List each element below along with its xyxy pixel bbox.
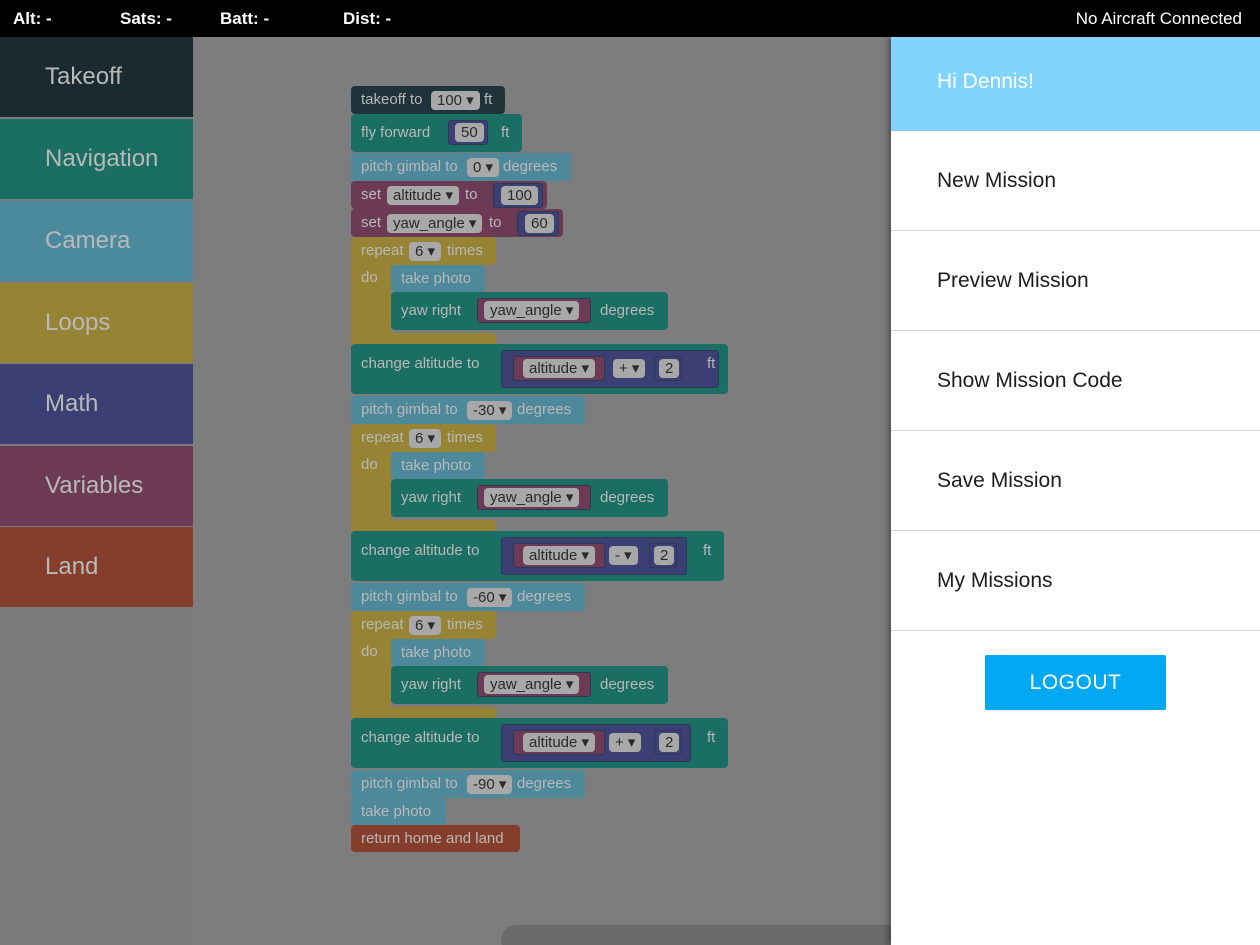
workspace-scrollbar[interactable]: [501, 925, 891, 945]
yaw-right-block[interactable]: yaw right yaw_angle ▾ degrees: [391, 666, 668, 704]
fly-forward-block[interactable]: fly forward 50 ft: [351, 114, 522, 152]
change-altitude-block[interactable]: change altitude to altitude ▾ - ▾ 2 ft: [351, 531, 724, 581]
altitude-delta-value[interactable]: 2: [654, 546, 675, 565]
distance-readout: Dist: -: [343, 9, 392, 28]
menu-drawer: Hi Dennis! New Mission Preview Mission S…: [891, 37, 1260, 945]
set-yaw-value[interactable]: 60: [525, 214, 554, 233]
category-land[interactable]: Land: [0, 527, 193, 607]
take-photo-block[interactable]: take photo: [391, 639, 485, 666]
yaw-right-block[interactable]: yaw right yaw_angle ▾ degrees: [391, 479, 668, 517]
pitch-dropdown[interactable]: -60 ▾: [467, 588, 513, 607]
category-loops[interactable]: Loops: [0, 283, 193, 363]
set-variable-block[interactable]: set yaw_angle ▾ to 60: [351, 209, 563, 237]
altitude-readout: Alt: -: [13, 9, 52, 28]
pitch-gimbal-block[interactable]: pitch gimbal to 0 ▾ degrees: [351, 153, 571, 181]
repeat-count-dropdown[interactable]: 6 ▾: [409, 616, 442, 635]
new-mission-item[interactable]: New Mission: [891, 131, 1260, 231]
pitch-dropdown[interactable]: 0 ▾: [467, 158, 500, 177]
set-altitude-value[interactable]: 100: [501, 186, 539, 205]
category-math[interactable]: Math: [0, 364, 193, 444]
connection-status: No Aircraft Connected: [1075, 9, 1242, 28]
variable-dropdown[interactable]: yaw_angle ▾: [387, 214, 483, 233]
repeat-count-dropdown[interactable]: 6 ▾: [409, 429, 442, 448]
variable-dropdown[interactable]: altitude ▾: [387, 186, 460, 205]
change-altitude-block[interactable]: change altitude to altitude ▾ + ▾ 2 ft: [351, 344, 728, 394]
logout-button[interactable]: LOGOUT: [985, 655, 1166, 710]
category-navigation[interactable]: Navigation: [0, 119, 193, 199]
repeat-block[interactable]: repeat 6 ▾ times: [351, 424, 496, 452]
yaw-variable-dropdown[interactable]: yaw_angle ▾: [484, 675, 580, 694]
set-variable-block[interactable]: set altitude ▾ to 100: [351, 181, 547, 209]
pitch-gimbal-block[interactable]: pitch gimbal to -90 ▾ degrees: [351, 770, 585, 798]
operator-dropdown[interactable]: - ▾: [609, 546, 638, 565]
take-photo-block[interactable]: take photo: [351, 798, 446, 825]
my-missions-item[interactable]: My Missions: [891, 531, 1260, 631]
take-photo-block[interactable]: take photo: [391, 452, 485, 479]
pitch-dropdown[interactable]: -30 ▾: [467, 401, 513, 420]
yaw-variable-dropdown[interactable]: yaw_angle ▾: [484, 488, 580, 507]
operator-dropdown[interactable]: + ▾: [609, 733, 642, 752]
show-mission-code-item[interactable]: Show Mission Code: [891, 331, 1260, 431]
altitude-delta-value[interactable]: 2: [659, 359, 680, 378]
altitude-variable-dropdown[interactable]: altitude ▾: [523, 359, 596, 378]
takeoff-height-dropdown[interactable]: 100 ▾: [431, 91, 480, 110]
category-takeoff[interactable]: Takeoff: [0, 37, 193, 117]
category-camera[interactable]: Camera: [0, 201, 193, 281]
category-variables[interactable]: Variables: [0, 446, 193, 526]
yaw-right-block[interactable]: yaw right yaw_angle ▾ degrees: [391, 292, 668, 330]
status-bar: Alt: - Sats: - Batt: - Dist: - No Aircra…: [0, 0, 1260, 37]
repeat-count-dropdown[interactable]: 6 ▾: [409, 242, 442, 261]
altitude-variable-dropdown[interactable]: altitude ▾: [523, 546, 596, 565]
take-photo-block[interactable]: take photo: [391, 265, 485, 292]
repeat-block[interactable]: repeat 6 ▾ times: [351, 611, 496, 639]
altitude-delta-value[interactable]: 2: [659, 733, 680, 752]
pitch-dropdown[interactable]: -90 ▾: [467, 775, 513, 794]
takeoff-block[interactable]: takeoff to 100 ▾ ft: [351, 86, 505, 114]
satellites-readout: Sats: -: [120, 9, 172, 28]
pitch-gimbal-block[interactable]: pitch gimbal to -30 ▾ degrees: [351, 396, 585, 424]
block-toolbox: Takeoff Navigation Camera Loops Math Var…: [0, 37, 193, 945]
user-greeting: Hi Dennis!: [891, 37, 1260, 131]
change-altitude-block[interactable]: change altitude to altitude ▾ + ▾ 2 ft: [351, 718, 728, 768]
yaw-variable-dropdown[interactable]: yaw_angle ▾: [484, 301, 580, 320]
battery-readout: Batt: -: [220, 9, 270, 28]
save-mission-item[interactable]: Save Mission: [891, 431, 1260, 531]
block-workspace[interactable]: takeoff to 100 ▾ ft fly forward 50 ft pi…: [193, 37, 891, 945]
return-home-block[interactable]: return home and land: [351, 825, 520, 852]
preview-mission-item[interactable]: Preview Mission: [891, 231, 1260, 331]
operator-dropdown[interactable]: + ▾: [613, 359, 646, 378]
repeat-block[interactable]: repeat 6 ▾ times: [351, 237, 496, 265]
pitch-gimbal-block[interactable]: pitch gimbal to -60 ▾ degrees: [351, 583, 585, 611]
fly-forward-value[interactable]: 50: [455, 123, 484, 142]
altitude-variable-dropdown[interactable]: altitude ▾: [523, 733, 596, 752]
